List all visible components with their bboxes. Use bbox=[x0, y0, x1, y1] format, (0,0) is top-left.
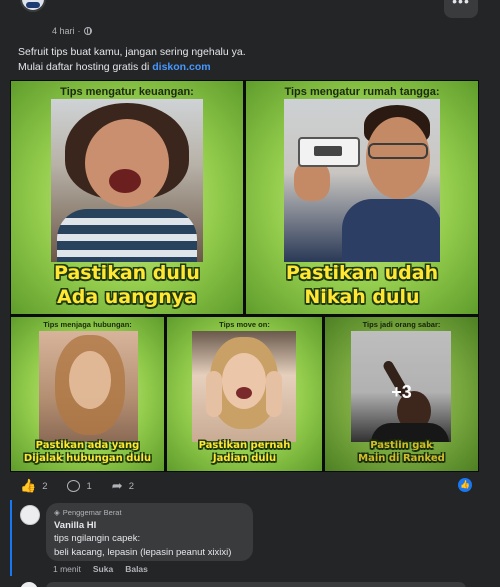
more-photos-overlay[interactable]: +3 bbox=[325, 317, 478, 471]
reply-input[interactable] bbox=[46, 582, 466, 587]
post-text: Sefruit tips buat kamu, jangan sering ng… bbox=[18, 45, 246, 75]
caption-line: Pastikan dulu bbox=[54, 262, 200, 284]
fan-badge: ◈ Penggemar Berat bbox=[54, 508, 245, 517]
post-meta: 4 hari · bbox=[52, 26, 92, 36]
more-options-button[interactable]: ••• bbox=[444, 0, 478, 18]
comment-thread-line bbox=[10, 500, 12, 576]
reaction-bar: 👍 2 1 ➦ 2 bbox=[20, 478, 146, 494]
caption-line: Nikah dulu bbox=[304, 286, 420, 308]
meme-title: Tips move on: bbox=[219, 320, 270, 329]
meme-image bbox=[192, 331, 296, 442]
post-link[interactable]: diskon.com bbox=[152, 61, 210, 73]
comment-actions: 1 menit Suka Balas bbox=[53, 564, 148, 574]
post-text-line1: Sefruit tips buat kamu, jangan sering ng… bbox=[18, 46, 246, 58]
thumbs-up-icon: 👍 bbox=[20, 478, 37, 493]
share-arrow-icon: ➦ bbox=[111, 478, 123, 493]
share-action[interactable]: ➦ 2 bbox=[112, 478, 134, 494]
diamond-icon: ◈ bbox=[54, 508, 60, 517]
comment-like-button[interactable]: Suka bbox=[93, 564, 113, 574]
meme-caption: Pastikan udah Nikah dulu bbox=[246, 261, 478, 309]
like-reaction-badge-icon[interactable]: 👍 bbox=[458, 478, 472, 492]
page-avatar[interactable] bbox=[20, 0, 46, 12]
meme-photo-3[interactable]: Tips menjaga hubungan: Pastikan ada yang… bbox=[11, 317, 164, 471]
comment-count: 1 bbox=[86, 480, 92, 492]
meme-image bbox=[284, 99, 440, 262]
comment-time[interactable]: 1 menit bbox=[53, 564, 81, 574]
post-header: 4 hari · ••• bbox=[0, 0, 500, 44]
meme-photo-4[interactable]: Tips move on: Pastikan pernah Jadian dul… bbox=[167, 317, 322, 471]
caption-line: Jadian dulu bbox=[212, 453, 277, 464]
meme-title: Tips mengatur keuangan: bbox=[60, 86, 194, 98]
meta-separator: · bbox=[77, 26, 81, 36]
photo-grid: Tips mengatur keuangan: Pastikan dulu Ad… bbox=[10, 80, 479, 472]
post-text-line2: Mulai daftar hosting gratis di diskon.co… bbox=[18, 60, 246, 75]
commenter-avatar[interactable] bbox=[20, 505, 40, 525]
fan-badge-label: Penggemar Berat bbox=[62, 508, 122, 517]
current-user-avatar bbox=[20, 582, 38, 587]
meme-photo-1[interactable]: Tips mengatur keuangan: Pastikan dulu Ad… bbox=[11, 81, 243, 314]
meme-title: Tips menjaga hubungan: bbox=[43, 320, 132, 329]
meme-image bbox=[51, 99, 203, 262]
post-text-prefix: Mulai daftar hosting gratis di bbox=[18, 61, 153, 73]
comment-line: tips ngilangin capek: bbox=[54, 533, 141, 544]
meme-photo-2[interactable]: Tips mengatur rumah tangga: Pastikan uda… bbox=[246, 81, 478, 314]
comment-action[interactable]: 1 bbox=[67, 480, 92, 492]
comment-bubble-icon bbox=[67, 480, 81, 492]
post-time[interactable]: 4 hari bbox=[52, 26, 75, 36]
meme-image bbox=[39, 331, 138, 442]
comment-bubble: ◈ Penggemar Berat Vanilla HI tips ngilan… bbox=[46, 503, 253, 561]
caption-line: Ada uangnya bbox=[57, 286, 197, 308]
caption-line: Dijalak hubungan dulu bbox=[23, 453, 152, 464]
meme-photo-5[interactable]: Tips jadi orang sabar: Pastiin gak Main … bbox=[325, 317, 478, 471]
globe-icon bbox=[83, 27, 92, 35]
comment-author[interactable]: Vanilla HI bbox=[54, 520, 245, 531]
more-photos-count: +3 bbox=[391, 381, 412, 402]
like-count: 2 bbox=[42, 480, 48, 492]
share-count: 2 bbox=[128, 480, 134, 492]
post-card: 4 hari · ••• Sefruit tips buat kamu, jan… bbox=[0, 0, 500, 587]
meme-title: Tips mengatur rumah tangga: bbox=[284, 86, 440, 98]
caption-line: Pastikan udah bbox=[285, 262, 439, 284]
comment-line: beli kacang, lepasin (lepasin peanut xix… bbox=[54, 547, 232, 558]
caption-line: Pastikan ada yang bbox=[35, 440, 140, 451]
comment-reply-button[interactable]: Balas bbox=[125, 564, 148, 574]
meme-caption: Pastikan pernah Jadian dulu bbox=[167, 439, 322, 465]
meme-caption: Pastikan ada yang Dijalak hubungan dulu bbox=[11, 439, 164, 465]
caption-line: Pastikan pernah bbox=[198, 440, 291, 451]
like-action[interactable]: 👍 2 bbox=[20, 478, 47, 494]
meme-caption: Pastikan dulu Ada uangnya bbox=[11, 261, 243, 309]
